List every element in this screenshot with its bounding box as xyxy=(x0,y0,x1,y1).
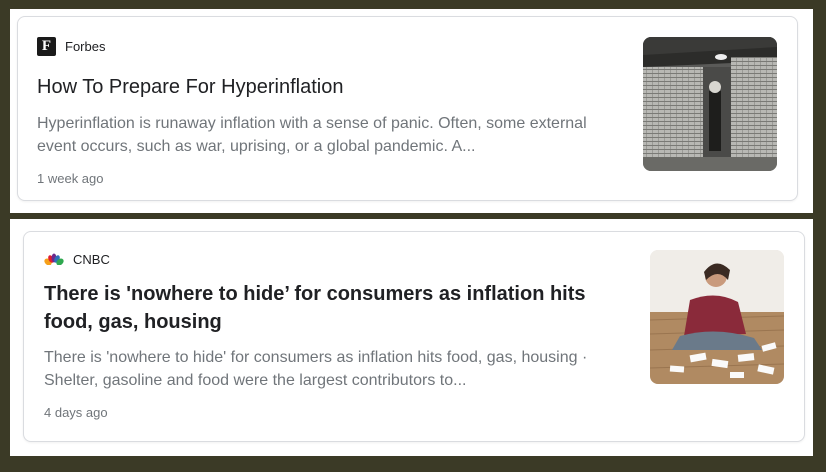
source-name: Forbes xyxy=(65,39,106,54)
news-card-forbes[interactable]: F Forbes How To Prepare For Hyperinflati… xyxy=(17,16,798,201)
news-card-cnbc[interactable]: CNBC There is 'nowhere to hide’ for cons… xyxy=(23,231,805,442)
article-age: 1 week ago xyxy=(37,171,104,186)
forbes-logo-icon: F xyxy=(37,37,56,56)
source-row: CNBC xyxy=(44,252,110,267)
title-line: There is 'nowhere to hide’ for consumers… xyxy=(44,283,586,305)
snippet-line: Hyperinflation is runaway inflation with… xyxy=(37,115,587,132)
article-title[interactable]: There is 'nowhere to hide’ for consumers… xyxy=(44,280,586,336)
consumer-bills-photo-image xyxy=(650,250,784,384)
article-thumbnail[interactable] xyxy=(643,37,777,171)
source-row: F Forbes xyxy=(37,37,105,56)
article-panel-cnbc: CNBC There is 'nowhere to hide’ for cons… xyxy=(10,219,813,456)
title-line: food, gas, housing xyxy=(44,311,222,333)
article-snippet: Hyperinflation is runaway inflation with… xyxy=(37,112,587,158)
article-snippet: There is 'nowhere to hide' for consumers… xyxy=(44,346,587,392)
source-name: CNBC xyxy=(73,252,110,267)
article-title[interactable]: How To Prepare For Hyperinflation xyxy=(37,73,343,101)
nbc-peacock-icon xyxy=(44,253,64,267)
article-panel-forbes: F Forbes How To Prepare For Hyperinflati… xyxy=(10,9,813,213)
snippet-line: Shelter, gasoline and food were the larg… xyxy=(44,372,467,389)
hyperinflation-photo-image xyxy=(643,37,777,171)
article-thumbnail[interactable] xyxy=(650,250,784,384)
article-age: 4 days ago xyxy=(44,405,108,420)
snippet-line: There is 'nowhere to hide' for consumers… xyxy=(44,349,588,366)
snippet-line: event occurs, such as war, uprising, or … xyxy=(37,138,476,155)
